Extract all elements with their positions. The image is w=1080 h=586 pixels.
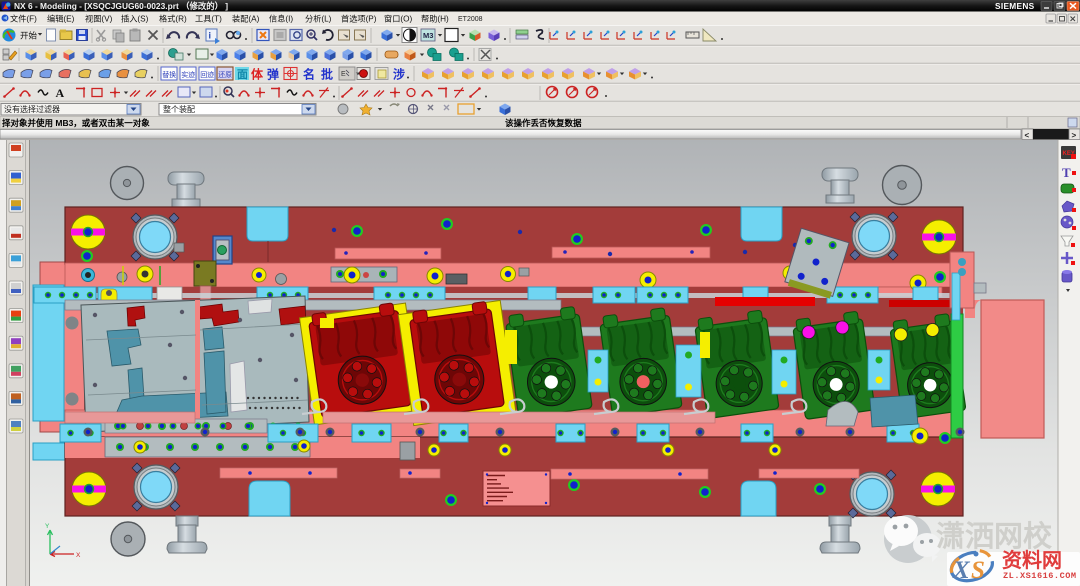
svg-text:视图(V): 视图(V) (85, 13, 113, 23)
svg-text:弹: 弹 (267, 67, 279, 82)
svg-text:该操作丢否恢复数据: 该操作丢否恢复数据 (505, 118, 582, 128)
svg-text:资料网: 资料网 (1002, 548, 1062, 572)
svg-text:Y: Y (45, 523, 50, 530)
svg-text:格式(R): 格式(R) (159, 13, 187, 23)
svg-text:E: E (341, 71, 346, 78)
svg-text:NX 6 - Modeling - [XSQCJGUG60-: NX 6 - Modeling - [XSQCJGUG60-0023.prt （… (14, 1, 228, 11)
svg-text:开始: 开始 (20, 31, 38, 41)
svg-text:分析(L): 分析(L) (305, 13, 332, 23)
svg-text:名: 名 (303, 67, 315, 82)
svg-text:A: A (56, 86, 65, 100)
svg-text:体: 体 (251, 67, 264, 82)
svg-text:ET2008: ET2008 (458, 16, 483, 23)
svg-text:装配(A): 装配(A) (232, 13, 260, 23)
svg-text:潇洒网校: 潇洒网校 (936, 519, 1052, 553)
svg-text:ZL.XS1616.COM: ZL.XS1616.COM (1003, 571, 1077, 581)
svg-text:帮助(H): 帮助(H) (421, 13, 449, 23)
svg-text:X: X (952, 557, 971, 584)
svg-text:面: 面 (237, 68, 248, 81)
svg-text:>: > (1072, 131, 1077, 140)
svg-text:整个装配: 整个装配 (163, 104, 195, 114)
svg-text:X: X (76, 552, 81, 559)
svg-text:i: i (209, 31, 212, 41)
svg-text:文件(F): 文件(F) (10, 13, 37, 23)
svg-text:工具(T): 工具(T) (195, 14, 222, 23)
svg-text:择对象并使用 MB3，或者双击某一对象: 择对象并使用 MB3，或者双击某一对象 (2, 118, 150, 128)
svg-text:首选项(P): 首选项(P) (341, 13, 377, 23)
svg-text:替换: 替换 (162, 70, 176, 79)
svg-text:没有选择过滤器: 没有选择过滤器 (4, 104, 60, 114)
svg-text:SIEMENS: SIEMENS (995, 1, 1035, 11)
svg-text:信息(I): 信息(I) (269, 13, 293, 23)
svg-text:涉: 涉 (393, 67, 405, 82)
svg-text:<: < (1025, 131, 1030, 140)
svg-text:还原: 还原 (218, 71, 232, 79)
svg-text:S: S (971, 557, 985, 584)
svg-text:实迹: 实迹 (181, 70, 195, 79)
svg-text:批: 批 (321, 67, 333, 82)
svg-text:编辑(E): 编辑(E) (47, 13, 75, 23)
svg-text:回迹: 回迹 (200, 70, 214, 79)
svg-text:M3: M3 (423, 31, 433, 40)
svg-text:窗口(O): 窗口(O) (384, 13, 412, 23)
svg-text:插入(S): 插入(S) (121, 13, 149, 23)
svg-text:T: T (1062, 165, 1071, 180)
